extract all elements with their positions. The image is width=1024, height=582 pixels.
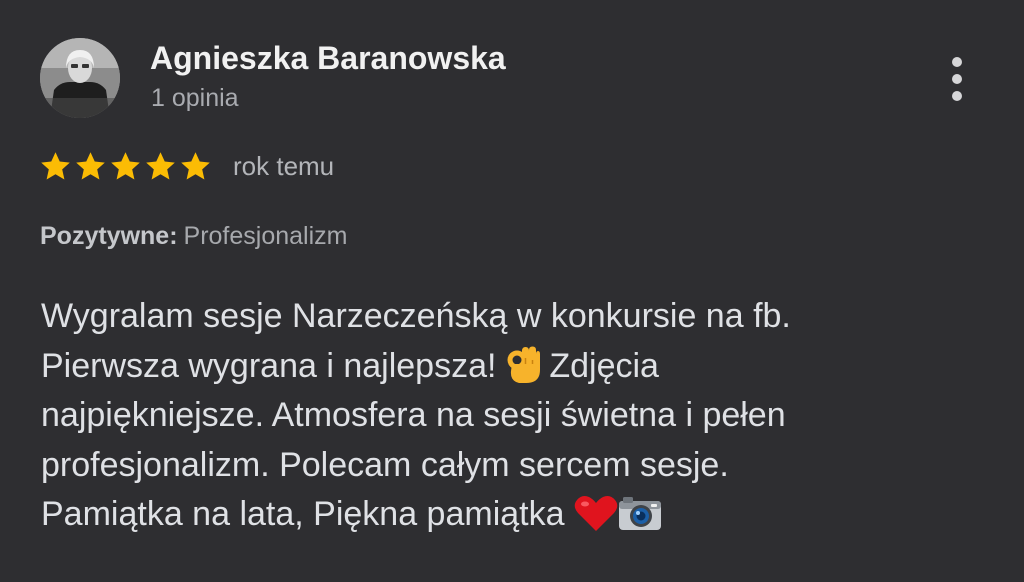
star-icon <box>76 151 105 179</box>
more-options-icon-dot <box>952 91 962 101</box>
star-rating <box>38 149 213 184</box>
camera-icon <box>618 494 662 547</box>
star-icon <box>146 151 175 179</box>
review-line-text: profesjonalizm. Polecam całym sercem ses… <box>41 445 729 484</box>
star-icon <box>41 151 70 179</box>
review-time: rok temu <box>233 150 335 181</box>
review-attributes: Pozytywne: Profesjonalizm <box>40 222 347 251</box>
attribute-value: Profesjonalizm <box>183 222 348 250</box>
more-options-icon-dot <box>952 74 962 84</box>
review-line: Pamiątka na lata, Piękna pamiątka <box>41 490 1001 540</box>
review-card: Agnieszka Baranowska 1 opinia rok temu P… <box>0 0 1024 582</box>
more-options-button[interactable] <box>934 54 980 104</box>
review-line-text: Zdjęcia <box>549 346 659 385</box>
review-text: Wygralam sesje Narzeczeńską w konkursie … <box>41 292 1001 540</box>
review-line: Wygralam sesje Narzeczeńską w konkursie … <box>41 292 1001 342</box>
author-review-count[interactable]: 1 opinia <box>151 84 239 113</box>
review-line: najpiękniejsze. Atmosfera na sesji świet… <box>41 391 1001 441</box>
avatar[interactable] <box>40 38 120 118</box>
attribute-label: Pozytywne: <box>40 222 178 250</box>
review-line-text: najpiękniejsze. Atmosfera na sesji świet… <box>41 396 786 434</box>
review-line-text: Pamiątka na lata, Piękna pamiątka <box>41 495 574 533</box>
review-line: Pierwsza wygrana i najlepsza! Zdjęcia <box>41 342 1001 392</box>
author-name[interactable]: Agnieszka Baranowska <box>150 40 506 77</box>
heart-icon <box>574 494 618 547</box>
more-options-icon <box>952 57 962 67</box>
review-line: profesjonalizm. Polecam całym sercem ses… <box>41 441 1001 491</box>
review-line-text: Wygralam sesje Narzeczeńską w konkursie … <box>41 297 791 335</box>
star-icon <box>181 151 210 179</box>
review-line-text: Pierwsza wygrana i najlepsza! <box>41 346 506 385</box>
star-icon <box>111 151 140 179</box>
rating-row: rok temu <box>38 146 334 186</box>
